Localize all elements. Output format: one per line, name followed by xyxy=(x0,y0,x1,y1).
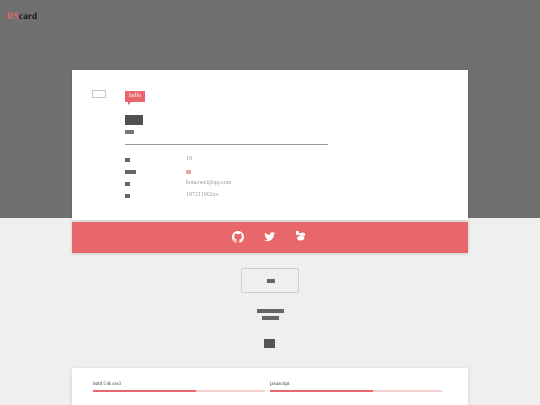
nav-item-5[interactable] xyxy=(459,13,466,20)
tagline-line-2 xyxy=(261,316,279,320)
skill-item: html 5 & css3 xyxy=(93,382,265,392)
twitter-icon[interactable] xyxy=(264,231,276,243)
cta-button[interactable] xyxy=(241,268,299,293)
brand-part-1: RS xyxy=(7,11,19,21)
nav-item-7[interactable] xyxy=(499,13,506,20)
info-row-email: botaowei@qq.com xyxy=(125,180,325,192)
brand-part-2: card xyxy=(18,11,38,21)
info-label xyxy=(125,158,130,162)
skill-label: html 5 & css3 xyxy=(93,382,121,387)
github-icon[interactable] xyxy=(232,231,244,243)
nav-item-3[interactable] xyxy=(419,13,426,20)
greeting-badge: hello xyxy=(125,91,145,105)
info-value-link[interactable] xyxy=(186,170,191,174)
weibo-icon[interactable] xyxy=(296,231,308,243)
social-bar xyxy=(72,222,468,253)
skill-progress-track xyxy=(93,390,265,392)
section-title xyxy=(264,339,275,348)
divider xyxy=(125,144,328,145)
info-label xyxy=(125,182,130,186)
profile-subtitle xyxy=(125,130,134,134)
skill-progress-fill xyxy=(93,390,197,392)
info-label xyxy=(125,194,130,198)
info-row-age: 18 xyxy=(125,156,325,168)
profile-info-list: 18 botaowei@qq.com 187211962xx xyxy=(125,156,325,204)
avatar-image-icon xyxy=(92,90,106,98)
tagline xyxy=(250,309,290,320)
info-label xyxy=(125,170,136,174)
skill-item: javascript xyxy=(270,382,442,392)
nav-item-4[interactable] xyxy=(439,13,446,20)
skill-label: javascript xyxy=(270,382,290,387)
skill-progress-fill xyxy=(270,390,374,392)
nav-menu xyxy=(366,13,526,20)
profile-name xyxy=(125,115,143,125)
profile-card: hello 18 botaowei@qq.com 187211962xx xyxy=(72,70,468,220)
skills-card: html 5 & css3 javascript xyxy=(72,368,468,405)
tagline-line-1 xyxy=(256,309,284,313)
info-row-phone: 187211962xx xyxy=(125,192,325,204)
navbar: RScard xyxy=(0,0,540,36)
info-row-2 xyxy=(125,168,325,180)
info-value-email: botaowei@qq.com xyxy=(186,180,232,186)
skill-progress-track xyxy=(270,390,442,392)
brand-logo[interactable]: RScard xyxy=(7,11,37,21)
nav-item-1[interactable] xyxy=(379,13,386,20)
info-value-phone: 187211962xx xyxy=(186,192,219,198)
nav-item-6[interactable] xyxy=(479,13,486,20)
info-value-age: 18 xyxy=(186,156,192,162)
nav-item-2[interactable] xyxy=(399,13,406,20)
nav-item-8[interactable] xyxy=(519,13,526,20)
cta-button-label xyxy=(267,279,275,283)
